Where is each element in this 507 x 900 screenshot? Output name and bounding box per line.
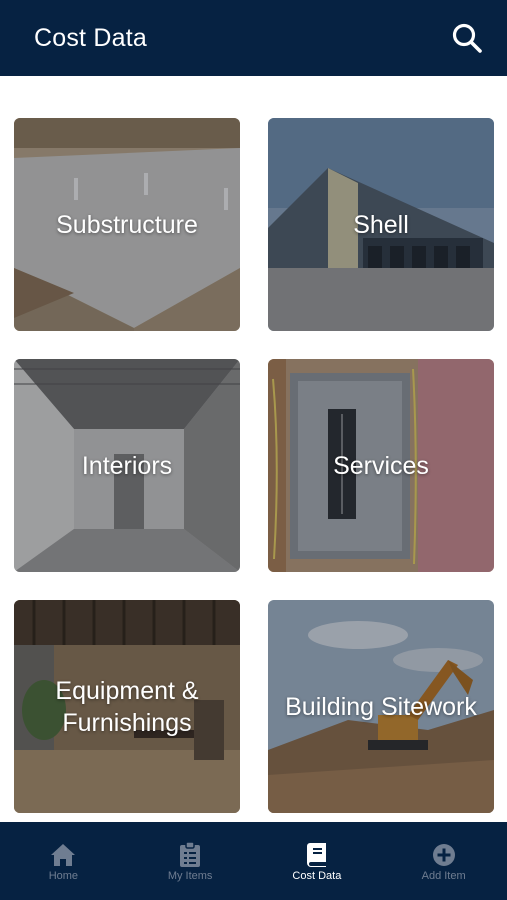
tile-label: Interiors <box>81 451 173 480</box>
tab-cost-data[interactable]: Cost Data <box>254 822 381 900</box>
tab-label: Home <box>48 870 79 882</box>
tab-home[interactable]: Home <box>0 822 127 900</box>
category-tile-interiors[interactable]: Interiors <box>14 359 240 572</box>
plus-circle-icon <box>432 844 455 866</box>
bottom-tab-bar: Home My Items Cost Data Add Item <box>0 822 507 900</box>
app-header: Cost Data <box>0 0 507 76</box>
search-icon <box>452 23 482 53</box>
search-button[interactable] <box>449 20 485 56</box>
category-tile-shell[interactable]: Shell <box>268 118 494 331</box>
tile-label: Building Sitework <box>285 692 477 721</box>
tab-label: Cost Data <box>292 870 342 882</box>
category-grid: Substructure Shell Interiors Services Eq… <box>0 76 507 822</box>
category-tile-building-sitework[interactable]: Building Sitework <box>268 600 494 813</box>
tab-add-item[interactable]: Add Item <box>380 822 507 900</box>
clipboard-icon <box>180 842 201 867</box>
category-tile-equipment-furnishings[interactable]: Equipment & Furnishings <box>14 600 240 813</box>
home-icon <box>51 844 76 866</box>
tab-label: Add Item <box>421 870 466 882</box>
category-tile-substructure[interactable]: Substructure <box>14 118 240 331</box>
page-title: Cost Data <box>34 23 147 52</box>
tab-my-items[interactable]: My Items <box>127 822 254 900</box>
tile-label: Services <box>333 451 429 480</box>
book-icon <box>306 843 326 867</box>
tab-label: My Items <box>167 870 213 882</box>
category-tile-services[interactable]: Services <box>268 359 494 572</box>
tile-label: Shell <box>353 210 409 239</box>
tile-label: Substructure <box>56 210 198 239</box>
tile-label: Equipment & Furnishings <box>55 676 199 737</box>
